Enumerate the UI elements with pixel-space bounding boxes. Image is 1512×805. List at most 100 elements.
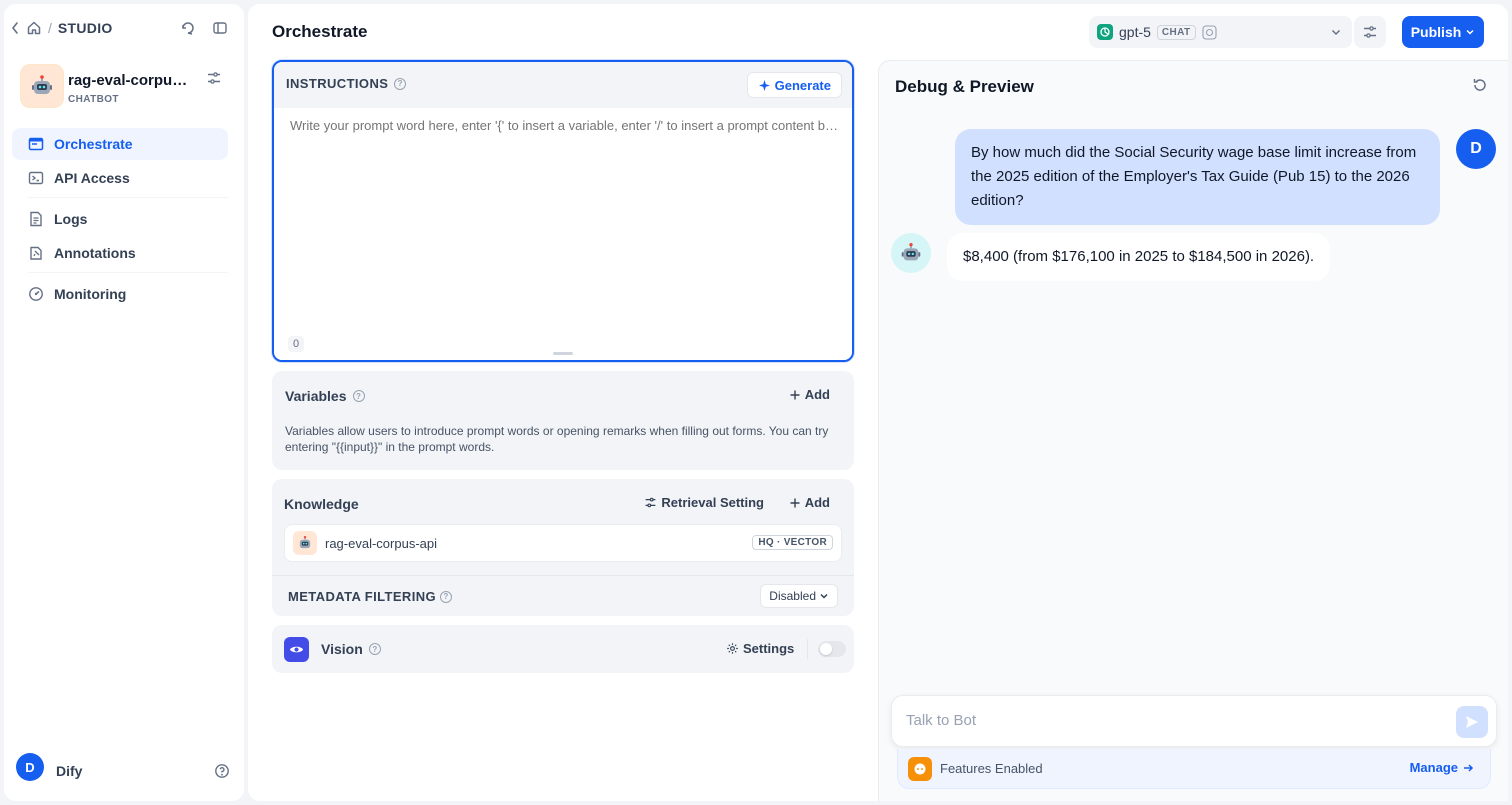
nav-label: Orchestrate	[54, 136, 133, 152]
explore-icon[interactable]	[180, 20, 196, 36]
nav-orchestrate[interactable]: Orchestrate	[12, 128, 228, 160]
breadcrumb-studio[interactable]: STUDIO	[58, 20, 113, 36]
knowledge-title: Knowledge	[284, 496, 359, 512]
user-message: By how much did the Social Security wage…	[955, 129, 1440, 225]
collapse-sidebar-icon[interactable]	[212, 20, 228, 36]
refresh-icon[interactable]	[1472, 77, 1488, 93]
prompt-editor[interactable]: 0	[274, 108, 852, 360]
settings-label: Settings	[743, 641, 795, 656]
metadata-filtering-value: Disabled	[769, 589, 816, 603]
workspace-name[interactable]: Dify	[56, 763, 82, 779]
knowledge-card: Knowledge Retrieval Setting Add rag-eval…	[272, 479, 854, 616]
add-knowledge-button[interactable]: Add	[789, 495, 830, 510]
plus-icon	[790, 390, 800, 399]
chevron-left-icon[interactable]	[10, 21, 20, 35]
bot-avatar	[891, 233, 931, 273]
index-badge: HQ · VECTOR	[752, 535, 833, 550]
sparkle-icon	[758, 79, 770, 91]
divider	[272, 575, 854, 576]
manage-label: Manage	[1409, 760, 1458, 775]
metadata-filtering-select[interactable]: Disabled	[760, 584, 838, 608]
instructions-label: INSTRUCTIONS	[286, 76, 389, 91]
terminal-icon	[28, 171, 44, 185]
eye-icon	[284, 637, 309, 662]
dashboard-gauge-icon	[29, 287, 43, 301]
vision-label: Vision	[321, 641, 363, 657]
model-mode-badge: CHAT	[1156, 24, 1196, 40]
chevron-down-icon	[1330, 26, 1342, 38]
retrieval-setting-button[interactable]: Retrieval Setting	[644, 495, 764, 510]
manage-link[interactable]: Manage	[1410, 760, 1474, 775]
instructions-title: INSTRUCTIONS ?	[286, 76, 407, 91]
generate-label: Generate	[774, 77, 831, 93]
debug-title: Debug & Preview	[895, 77, 1034, 96]
chat-input-box	[891, 695, 1497, 747]
features-bar: Features Enabled Manage	[897, 749, 1491, 789]
char-counter: 0	[288, 336, 305, 352]
send-icon	[1466, 716, 1478, 728]
robot-icon	[901, 242, 921, 261]
chevron-down-icon	[1466, 29, 1474, 35]
model-params-button[interactable]	[1354, 16, 1386, 48]
variables-card: Variables ? Add Variables allow users to…	[272, 371, 854, 470]
app-settings-icon[interactable]	[206, 70, 222, 86]
gear-icon	[727, 643, 738, 654]
file-list-icon	[30, 211, 42, 227]
knowledge-name: rag-eval-corpus-api	[325, 535, 437, 551]
variables-description: Variables allow users to introduce promp…	[285, 424, 829, 454]
prompt-input[interactable]	[290, 118, 838, 133]
chat-input[interactable]	[906, 712, 1426, 729]
features-icon	[908, 757, 932, 781]
nav-label: Logs	[54, 211, 88, 227]
vision-toggle[interactable]	[818, 641, 846, 657]
breadcrumb-separator: /	[48, 20, 52, 36]
metadata-filtering-title: METADATA FILTERING ?	[288, 589, 453, 604]
robot-icon	[293, 531, 317, 555]
nav-divider	[28, 197, 228, 198]
app-name[interactable]: rag-eval-corpus-api	[68, 72, 193, 89]
openai-icon	[1097, 24, 1113, 40]
terminal-window-icon	[28, 137, 44, 151]
send-button[interactable]	[1456, 706, 1488, 738]
plus-icon	[790, 498, 800, 507]
generate-button[interactable]: Generate	[746, 72, 842, 98]
nav-label: Annotations	[54, 245, 136, 261]
model-selector[interactable]: gpt-5 CHAT	[1089, 16, 1352, 48]
add-label: Add	[804, 387, 830, 402]
retrieval-label: Retrieval Setting	[661, 495, 764, 510]
bot-message: $8,400 (from $176,100 in 2025 to $184,50…	[947, 233, 1331, 281]
home-icon[interactable]	[26, 20, 42, 36]
sliders-icon	[1364, 26, 1376, 38]
vision-capability-icon	[1202, 24, 1217, 40]
nav-logs[interactable]: Logs	[12, 203, 228, 235]
help-icon[interactable]	[214, 763, 230, 779]
nav-api-access[interactable]: API Access	[12, 162, 228, 194]
nav-annotations[interactable]: Annotations	[12, 237, 228, 269]
knowledge-item[interactable]: rag-eval-corpus-api HQ · VECTOR	[284, 524, 842, 562]
metadata-filtering-label: METADATA FILTERING	[288, 589, 437, 604]
divider	[807, 639, 808, 659]
help-icon[interactable]: ?	[440, 590, 453, 603]
app-avatar	[20, 64, 64, 108]
vision-settings-button[interactable]: Settings	[726, 641, 794, 656]
app-type: CHATBOT	[68, 94, 119, 105]
arrow-right-icon	[1464, 763, 1474, 772]
add-variable-button[interactable]: Add	[789, 387, 830, 402]
resize-handle[interactable]	[553, 352, 573, 355]
chevron-down-icon	[820, 593, 828, 599]
nav-divider	[28, 272, 228, 273]
sidebar-topbar: / STUDIO	[10, 14, 113, 42]
help-icon[interactable]: ?	[394, 77, 407, 90]
variables-title: Variables ?	[285, 388, 365, 404]
user-avatar: D	[1456, 129, 1496, 169]
user-avatar[interactable]: D	[16, 753, 44, 781]
sidebar	[4, 4, 244, 801]
help-icon[interactable]: ?	[368, 643, 381, 655]
vision-title: Vision ?	[321, 641, 381, 657]
nav-monitoring[interactable]: Monitoring	[12, 278, 228, 310]
vision-card: Vision ? Settings	[272, 625, 854, 673]
publish-button[interactable]: Publish	[1402, 16, 1484, 48]
robot-icon	[32, 75, 52, 94]
help-icon[interactable]: ?	[352, 390, 365, 402]
sliders-icon	[646, 497, 656, 508]
